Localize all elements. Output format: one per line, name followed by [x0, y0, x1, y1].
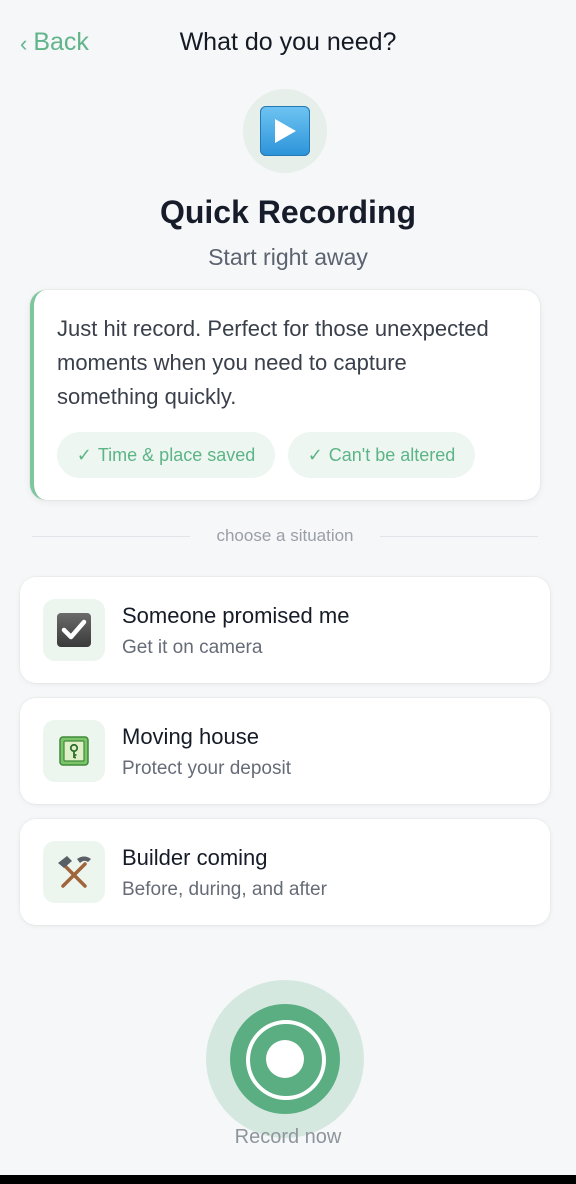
info-card: Just hit record. Perfect for those unexp…: [30, 290, 540, 500]
hero-icon-container: [243, 89, 327, 173]
mode-subtitle: Start right away: [208, 244, 368, 270]
page-title: What do you need?: [179, 28, 397, 56]
situation-builder-coming[interactable]: Builder coming Before, during, and after: [20, 819, 550, 925]
record-button[interactable]: [206, 980, 364, 1138]
situation-title: Builder coming: [122, 845, 268, 870]
feature-badge-time-place: ✓ Time & place saved: [57, 432, 275, 478]
record-dot-icon: [266, 1040, 304, 1078]
system-bottom-bar: [0, 1175, 576, 1184]
situation-subtitle: Get it on camera: [122, 637, 263, 658]
check-icon: ✓: [76, 444, 92, 465]
section-divider: choose a situation: [32, 526, 538, 548]
mode-title: Quick Recording: [159, 194, 417, 230]
situation-title: Someone promised me: [122, 603, 350, 628]
check-icon: ✓: [307, 444, 323, 465]
badge-label: Time & place saved: [97, 444, 256, 465]
situation-title: Moving house: [122, 724, 259, 749]
situation-moving-house[interactable]: Moving house Protect your deposit: [20, 698, 550, 804]
divider-line-right: [380, 536, 538, 537]
info-description: Just hit record. Perfect for those unexp…: [57, 316, 489, 409]
check-box-icon: [43, 599, 105, 661]
record-label: Record now: [234, 1126, 342, 1148]
key-icon: [43, 720, 105, 782]
badge-label: Can't be altered: [328, 444, 456, 465]
hammer-pick-icon: [43, 841, 105, 903]
situation-subtitle: Protect your deposit: [122, 758, 291, 779]
feature-badge-unaltered: ✓ Can't be altered: [288, 432, 475, 478]
header: ‹ Back What do you need?: [0, 0, 576, 88]
play-button-icon: [260, 106, 310, 156]
record-button-core[interactable]: [230, 1004, 340, 1114]
situation-someone-promised[interactable]: Someone promised me Get it on camera: [20, 577, 550, 683]
situation-subtitle: Before, during, and after: [122, 879, 327, 900]
